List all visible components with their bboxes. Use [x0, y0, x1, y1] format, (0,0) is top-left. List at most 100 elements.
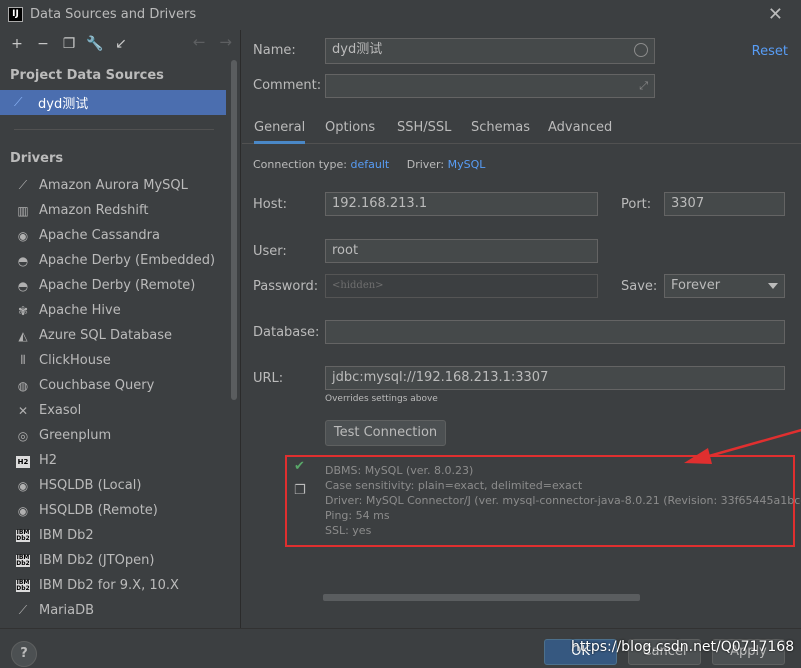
forward-arrow-icon[interactable]: →	[219, 33, 232, 51]
tab-options[interactable]: Options	[325, 120, 375, 135]
intellij-logo-icon: IJ	[8, 7, 23, 22]
driver-label: Greenplum	[39, 428, 112, 443]
driver-label: IBM Db2	[39, 528, 94, 543]
help-button[interactable]: ?	[11, 641, 37, 667]
color-picker-icon[interactable]	[634, 43, 648, 57]
comment-field[interactable]: ⤢	[325, 74, 655, 98]
reset-link[interactable]: Reset	[752, 44, 788, 59]
save-select[interactable]: Forever	[664, 274, 785, 298]
driver-label: Exasol	[39, 403, 82, 418]
import-icon[interactable]: ↙	[112, 35, 130, 53]
driver-label: HSQLDB (Remote)	[39, 503, 158, 518]
h2-icon: H2	[16, 456, 30, 468]
driver-item[interactable]: ◉ Apache Cassandra	[0, 223, 226, 248]
aurora-icon: ⟋	[18, 178, 28, 192]
driver-label: Amazon Aurora MySQL	[39, 178, 188, 193]
hsqldb-icon: ◉	[17, 503, 29, 518]
expand-icon[interactable]: ⤢	[639, 75, 648, 97]
mysql-dolphin-icon: ⟋	[14, 95, 23, 109]
back-arrow-icon[interactable]: ←	[193, 33, 206, 51]
add-icon[interactable]: +	[8, 35, 26, 53]
connection-type-row: Connection type: default Driver: MySQL	[253, 158, 485, 171]
close-icon[interactable]: ✕	[768, 4, 783, 25]
couchbase-icon: ◍	[17, 378, 29, 393]
ibm-db2-icon: IBM Db2	[16, 578, 30, 592]
driver-item[interactable]: ⟋ MariaDB	[0, 598, 226, 623]
database-field[interactable]	[325, 320, 785, 344]
connection-type-link[interactable]: default	[351, 158, 390, 171]
user-label: User:	[253, 244, 287, 259]
drivers-heading: Drivers	[10, 151, 64, 166]
exasol-x-icon: ✕	[17, 403, 29, 418]
project-data-source-item[interactable]: ⟋ dyd测试	[0, 90, 226, 115]
port-field[interactable]: 3307	[664, 192, 785, 216]
nav-arrows: ← →	[193, 33, 232, 51]
hsqldb-icon: ◉	[17, 478, 29, 493]
driver-item[interactable]: ◉ HSQLDB (Remote)	[0, 498, 226, 523]
wrench-icon[interactable]: 🔧	[86, 35, 104, 53]
driver-item[interactable]: H2 H2	[0, 448, 226, 473]
tab-advanced[interactable]: Advanced	[548, 120, 612, 135]
driver-link[interactable]: MySQL	[448, 158, 486, 171]
derby-hat-icon: ◓	[17, 278, 29, 293]
result-line: Case sensitivity: plain=exact, delimited…	[325, 479, 583, 492]
azure-icon: ◭	[18, 328, 28, 343]
driver-item[interactable]: ◓ Apache Derby (Remote)	[0, 273, 226, 298]
project-item-label: dyd测试	[38, 97, 89, 112]
driver-item[interactable]: IBM Db2 IBM Db2 (JTOpen)	[0, 548, 226, 573]
driver-label: IBM Db2 for 9.X, 10.X	[39, 578, 179, 593]
comment-label: Comment:	[253, 78, 322, 93]
database-label: Database:	[253, 325, 320, 340]
derby-hat-icon: ◓	[17, 253, 29, 268]
driver-item[interactable]: ⟋ Amazon Aurora MySQL	[0, 173, 226, 198]
ibm-db2-icon: IBM Db2	[16, 528, 30, 542]
password-field[interactable]: <hidden>	[325, 274, 598, 298]
driver-item[interactable]: ◓ Apache Derby (Embedded)	[0, 248, 226, 273]
driver-label: Apache Cassandra	[39, 228, 160, 243]
footer: ? OK Cancel Apply https://blog.csdn.net/…	[0, 628, 801, 668]
name-field[interactable]: dyd测试	[325, 38, 655, 64]
user-field[interactable]: root	[325, 239, 598, 263]
driver-label: MariaDB	[39, 603, 95, 618]
clickhouse-bars-icon: ⦀	[20, 353, 26, 367]
name-field-value: dyd测试	[332, 42, 383, 57]
driver-item[interactable]: ✕ Exasol	[0, 398, 226, 423]
left-scrollbar[interactable]	[231, 60, 237, 400]
result-line: Ping: 54 ms	[325, 509, 390, 522]
url-field[interactable]: jdbc:mysql://192.168.213.1:3307	[325, 366, 785, 390]
host-field[interactable]: 192.168.213.1	[325, 192, 598, 216]
title-bar: IJ Data Sources and Drivers ✕	[0, 0, 801, 30]
driver-item[interactable]: ⦀ ClickHouse	[0, 348, 226, 373]
mariadb-seal-icon: ⟋	[18, 603, 28, 617]
tab-ssh-ssl[interactable]: SSH/SSL	[397, 120, 451, 135]
duplicate-icon[interactable]: ❐	[60, 35, 78, 53]
driver-item[interactable]: ◉ HSQLDB (Local)	[0, 473, 226, 498]
driver-item[interactable]: ✾ Apache Hive	[0, 298, 226, 323]
watermark: https://blog.csdn.net/Q0717168	[571, 639, 795, 655]
driver-label: Couchbase Query	[39, 378, 155, 393]
tab-general[interactable]: General	[254, 120, 306, 144]
url-label: URL:	[253, 371, 284, 386]
test-connection-button[interactable]: Test Connection	[325, 420, 446, 446]
right-pane: Name: dyd测试 Reset Comment: ⤢ General Opt…	[242, 30, 801, 628]
driver-item[interactable]: IBM Db2 IBM Db2 for 9.X, 10.X	[0, 573, 226, 598]
driver-item[interactable]: ◍ Couchbase Query	[0, 373, 226, 398]
test-result-box: ✔ ❐ DBMS: MySQL (ver. 8.0.23) Case sensi…	[285, 455, 801, 547]
copy-icon[interactable]: ❐	[294, 483, 306, 498]
test-result-text: DBMS: MySQL (ver. 8.0.23) Case sensitivi…	[325, 463, 801, 538]
greenplum-icon: ◎	[17, 428, 29, 443]
driver-item[interactable]: ◭ Azure SQL Database	[0, 323, 226, 348]
driver-item[interactable]: ◎ Greenplum	[0, 423, 226, 448]
driver-item[interactable]: ▥ Amazon Redshift	[0, 198, 226, 223]
hive-bee-icon: ✾	[17, 303, 29, 318]
driver-label: Apache Derby (Embedded)	[39, 253, 216, 268]
url-hint: Overrides settings above	[325, 394, 438, 404]
port-label: Port:	[621, 197, 652, 212]
ibm-db2-icon: IBM Db2	[16, 553, 30, 567]
window-title: Data Sources and Drivers	[30, 7, 197, 22]
driver-item[interactable]: IBM Db2 IBM Db2	[0, 523, 226, 548]
remove-icon[interactable]: −	[34, 35, 52, 53]
horizontal-scrollbar[interactable]	[323, 594, 640, 601]
check-icon: ✔	[294, 459, 305, 474]
tab-schemas[interactable]: Schemas	[471, 120, 530, 135]
